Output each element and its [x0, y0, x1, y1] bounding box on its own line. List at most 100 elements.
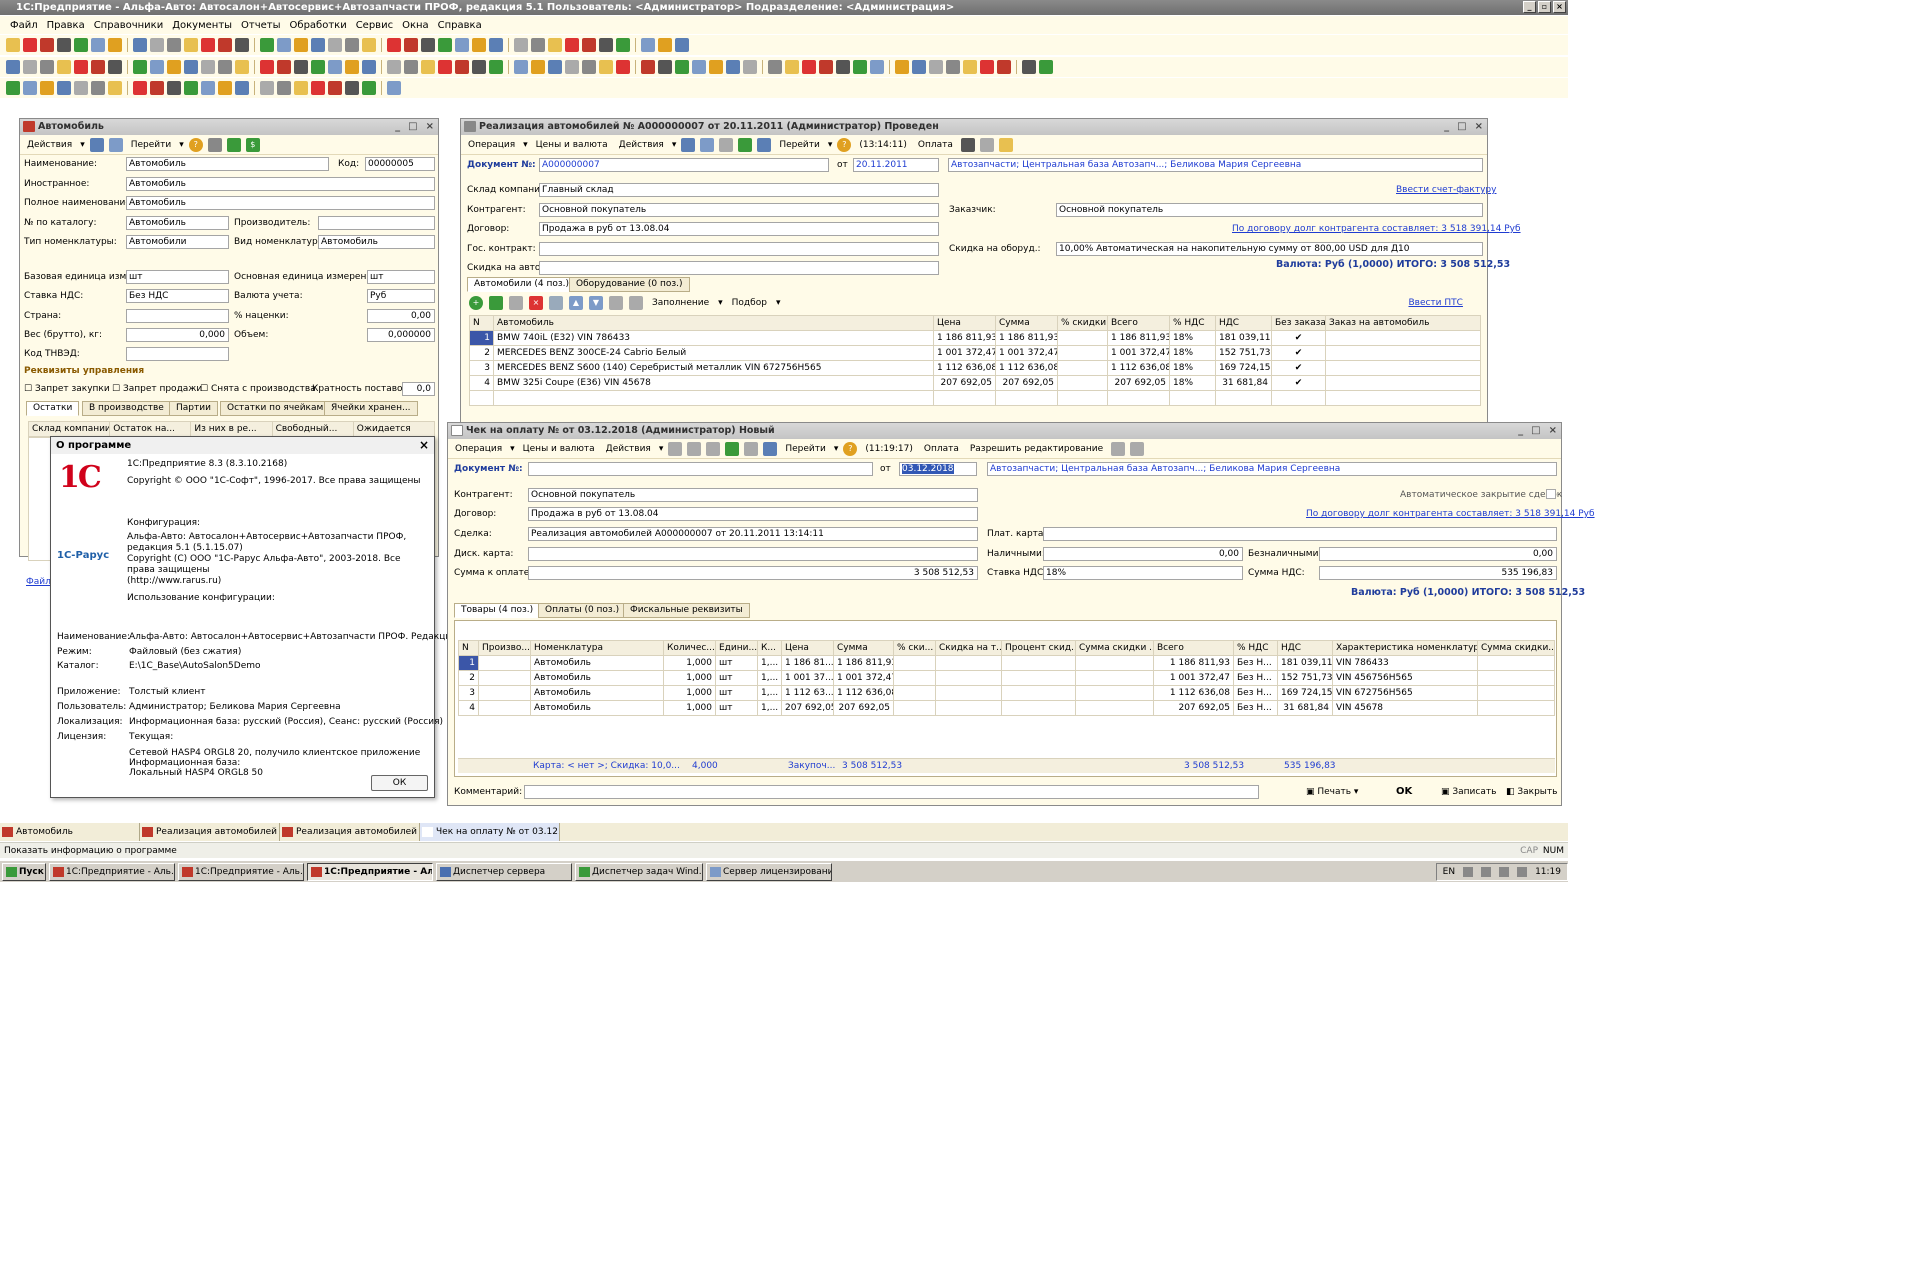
- file-link[interactable]: Файл: [26, 577, 51, 587]
- toolbar-icon[interactable]: [235, 38, 249, 52]
- org-field[interactable]: Автозапчасти; Центральная база Автозапч.…: [948, 158, 1483, 172]
- toolbar-icon[interactable]: [548, 60, 562, 74]
- toolbar-icon[interactable]: [387, 38, 401, 52]
- close-button[interactable]: ×: [1553, 1, 1566, 13]
- doc-no-field[interactable]: [528, 462, 873, 476]
- table-cell[interactable]: [478, 670, 531, 686]
- save-icon[interactable]: [668, 441, 683, 456]
- vat-field[interactable]: Без НДС: [126, 289, 229, 303]
- toolbar-icon[interactable]: [218, 81, 232, 95]
- table-cell[interactable]: ✔: [1271, 360, 1326, 376]
- structure2-icon[interactable]: [763, 441, 778, 456]
- taskbar-item-2[interactable]: 1С:Предприятие - Ал...: [307, 862, 433, 881]
- toolbar-icon[interactable]: [133, 38, 147, 52]
- table-cell[interactable]: 1 112 636,08: [995, 360, 1058, 376]
- time-button[interactable]: (11:19:17): [862, 444, 915, 454]
- pts-link[interactable]: Ввести ПТС: [1408, 298, 1462, 308]
- table-cell[interactable]: 1 001 372,47: [995, 345, 1058, 361]
- toolbar-icon[interactable]: [658, 60, 672, 74]
- table-cell[interactable]: 1 186 811,93: [933, 330, 996, 346]
- tab-storage-cells[interactable]: Ячейки хранен...: [324, 401, 418, 416]
- currency-field[interactable]: Руб: [367, 289, 435, 303]
- noncash-field[interactable]: 0,00: [1319, 547, 1557, 561]
- table-cell[interactable]: [1325, 375, 1481, 391]
- table-cell[interactable]: ✔: [1271, 345, 1326, 361]
- table-cell[interactable]: 18%: [1169, 360, 1216, 376]
- table-cell[interactable]: [893, 670, 936, 686]
- menu-item-4[interactable]: Отчеты: [241, 20, 280, 31]
- maximize-icon[interactable]: □: [408, 119, 417, 135]
- toolbar-icon[interactable]: [294, 60, 308, 74]
- table-row[interactable]: 1 Автомобиль 1,000 шт 1,... 1 186 81... 1 186 …: [458, 655, 1555, 671]
- table-cell[interactable]: [478, 700, 531, 716]
- table-cell[interactable]: 207 692,05: [1153, 700, 1234, 716]
- column-header[interactable]: Сумма скидки...: [1477, 640, 1555, 656]
- operation-menu[interactable]: Операция: [465, 140, 518, 150]
- table-cell[interactable]: 207 692,05: [833, 700, 894, 716]
- sort-desc-icon[interactable]: [629, 296, 643, 310]
- window-tab-1[interactable]: Реализация автомобилей: [140, 823, 280, 841]
- toolbar-icon[interactable]: [311, 60, 325, 74]
- print-button[interactable]: ▣ Печать ▾: [1306, 787, 1358, 797]
- table-cell[interactable]: [1325, 360, 1481, 376]
- toolbar-icon[interactable]: [57, 60, 71, 74]
- add-row-icon[interactable]: +: [469, 296, 483, 310]
- type-field[interactable]: Автомобили: [126, 235, 229, 249]
- column-header[interactable]: Из них в ре...: [190, 421, 273, 437]
- toolbar-icon[interactable]: [599, 60, 613, 74]
- toolbar-icon[interactable]: [582, 60, 596, 74]
- refresh-icon[interactable]: [108, 137, 123, 152]
- toolbar-icon[interactable]: [294, 81, 308, 95]
- table-cell[interactable]: 18%: [1169, 375, 1216, 391]
- toolbar-icon[interactable]: [74, 81, 88, 95]
- table-cell[interactable]: 207 692,05: [1107, 375, 1170, 391]
- list-icon[interactable]: [207, 137, 222, 152]
- minimize-icon[interactable]: _: [1444, 119, 1449, 135]
- minimize-icon[interactable]: _: [1518, 423, 1523, 439]
- auto-discount-field[interactable]: [539, 261, 939, 275]
- table-cell[interactable]: 31 681,84: [1215, 375, 1272, 391]
- table-cell[interactable]: 207 692,05: [995, 375, 1058, 391]
- toolbar-icon[interactable]: [836, 60, 850, 74]
- allow-edit-button[interactable]: Разрешить редактирование: [967, 444, 1106, 454]
- post-icon[interactable]: [687, 441, 702, 456]
- table-cell[interactable]: MERCEDES BENZ 300CE-24 Cabrio Белый: [493, 345, 934, 361]
- delete-row-icon[interactable]: ×: [529, 296, 543, 310]
- toolbar-icon[interactable]: [726, 60, 740, 74]
- table-cell[interactable]: [478, 685, 531, 701]
- contract-field[interactable]: Продажа в руб от 13.08.04: [528, 507, 978, 521]
- payment-button[interactable]: Оплата: [921, 444, 962, 454]
- close-button[interactable]: ◧ Закрыть: [1506, 787, 1557, 797]
- table-cell[interactable]: [1075, 685, 1154, 701]
- table-cell[interactable]: [1477, 670, 1555, 686]
- folder-icon[interactable]: [998, 137, 1013, 152]
- table-cell[interactable]: 4: [458, 700, 479, 716]
- sum-field[interactable]: 3 508 512,53: [528, 566, 978, 580]
- card-field[interactable]: [1043, 527, 1557, 541]
- table-cell[interactable]: 1 001 37...: [781, 670, 834, 686]
- column-header[interactable]: Произво...: [478, 640, 531, 656]
- toolbar-icon[interactable]: [201, 38, 215, 52]
- toolbar-icon[interactable]: [133, 60, 147, 74]
- toolbar-icon[interactable]: [404, 38, 418, 52]
- toolbar-icon[interactable]: [277, 81, 291, 95]
- tab-batches[interactable]: Партии: [169, 401, 218, 416]
- movements-icon[interactable]: [1111, 441, 1126, 456]
- table-cell[interactable]: [1477, 655, 1555, 671]
- toolbar-icon[interactable]: [768, 60, 782, 74]
- prices-button[interactable]: Цены и валюта: [520, 444, 598, 454]
- disc-card-field[interactable]: [528, 547, 978, 561]
- toolbar-icon[interactable]: [946, 60, 960, 74]
- toolbar-icon[interactable]: [260, 38, 274, 52]
- price-icon[interactable]: $: [245, 137, 260, 152]
- volume-field[interactable]: 0,000000: [367, 328, 435, 342]
- toolbar-icon[interactable]: [218, 38, 232, 52]
- table-cell[interactable]: Автомобиль: [530, 670, 664, 686]
- table-cell[interactable]: VIN 672756H565: [1332, 685, 1478, 701]
- toolbar-icon[interactable]: [489, 60, 503, 74]
- ok-button[interactable]: OK: [1396, 786, 1412, 797]
- table-cell[interactable]: [478, 655, 531, 671]
- toolbar-icon[interactable]: [548, 38, 562, 52]
- toolbar-icon[interactable]: [565, 60, 579, 74]
- minimize-button[interactable]: _: [1523, 1, 1536, 13]
